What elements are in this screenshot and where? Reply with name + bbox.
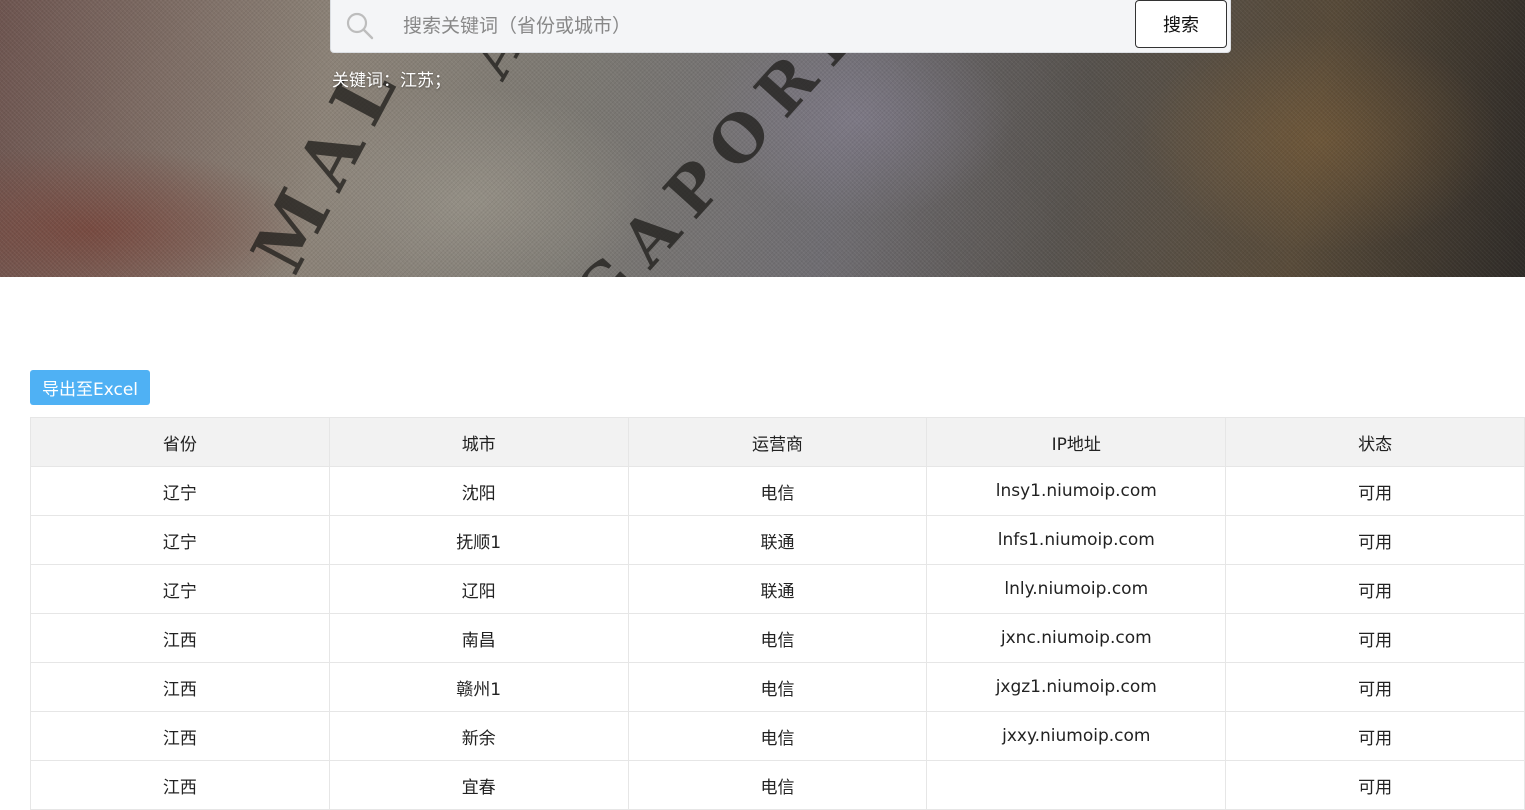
cell-city: 沈阳 (328, 466, 629, 516)
cell-province: 江西 (30, 760, 330, 810)
cell-province: 辽宁 (30, 564, 330, 614)
cell-province: 江西 (30, 662, 330, 712)
cell-carrier: 电信 (627, 711, 928, 761)
cell-status: 可用 (1225, 466, 1525, 516)
cell-province: 江西 (30, 613, 330, 663)
cell-city: 辽阳 (328, 564, 629, 614)
ip-table: 省份 城市 运营商 IP地址 状态 辽宁 沈阳 电信 lnsy1.niumoip… (30, 417, 1525, 810)
table-row: 辽宁 抚顺1 联通 lnfs1.niumoip.com 可用 (30, 515, 1525, 565)
table-header-row: 省份 城市 运营商 IP地址 状态 (30, 417, 1525, 467)
column-header-city[interactable]: 城市 (328, 417, 629, 467)
search-box: 搜索 (330, 0, 1231, 53)
cell-status: 可用 (1225, 515, 1525, 565)
cell-province: 辽宁 (30, 466, 330, 516)
table-row: 江西 新余 电信 jxxy.niumoip.com 可用 (30, 711, 1525, 761)
cell-city: 新余 (328, 711, 629, 761)
column-header-province[interactable]: 省份 (30, 417, 330, 467)
cell-ip: jxnc.niumoip.com (926, 613, 1227, 663)
cell-carrier: 联通 (627, 564, 928, 614)
cell-status: 可用 (1225, 711, 1525, 761)
column-header-carrier[interactable]: 运营商 (627, 417, 928, 467)
cell-ip: lnly.niumoip.com (926, 564, 1227, 614)
cell-province: 辽宁 (30, 515, 330, 565)
cell-province: 江西 (30, 711, 330, 761)
search-button[interactable]: 搜索 (1135, 0, 1227, 48)
cell-city: 南昌 (328, 613, 629, 663)
search-input[interactable] (401, 5, 1125, 47)
cell-city: 宜春 (328, 760, 629, 810)
search-icon (346, 12, 374, 40)
cell-status: 可用 (1225, 662, 1525, 712)
cell-ip: lnfs1.niumoip.com (926, 515, 1227, 565)
table-row: 辽宁 沈阳 电信 lnsy1.niumoip.com 可用 (30, 466, 1525, 516)
cell-carrier: 电信 (627, 760, 928, 810)
table-row: 江西 宜春 电信 可用 (30, 760, 1525, 810)
cell-carrier: 联通 (627, 515, 928, 565)
keyword-prefix: 关键词： (332, 71, 400, 91)
cell-ip: jxxy.niumoip.com (926, 711, 1227, 761)
cell-status: 可用 (1225, 760, 1525, 810)
cell-status: 可用 (1225, 564, 1525, 614)
cell-city: 抚顺1 (328, 515, 629, 565)
cell-ip (926, 760, 1227, 810)
column-header-status[interactable]: 状态 (1225, 417, 1525, 467)
cell-status: 可用 (1225, 613, 1525, 663)
export-excel-button[interactable]: 导出至Excel (30, 370, 150, 405)
cell-ip: lnsy1.niumoip.com (926, 466, 1227, 516)
cell-city: 赣州1 (328, 662, 629, 712)
table-row: 辽宁 辽阳 联通 lnly.niumoip.com 可用 (30, 564, 1525, 614)
table-row: 江西 赣州1 电信 jxgz1.niumoip.com 可用 (30, 662, 1525, 712)
keyword-value: 江苏； (400, 71, 451, 91)
table-row: 江西 南昌 电信 jxnc.niumoip.com 可用 (30, 613, 1525, 663)
cell-carrier: 电信 (627, 662, 928, 712)
cell-carrier: 电信 (627, 466, 928, 516)
keyword-line: 关键词：江苏； (332, 66, 451, 91)
cell-carrier: 电信 (627, 613, 928, 663)
column-header-ip[interactable]: IP地址 (926, 417, 1227, 467)
cell-ip: jxgz1.niumoip.com (926, 662, 1227, 712)
